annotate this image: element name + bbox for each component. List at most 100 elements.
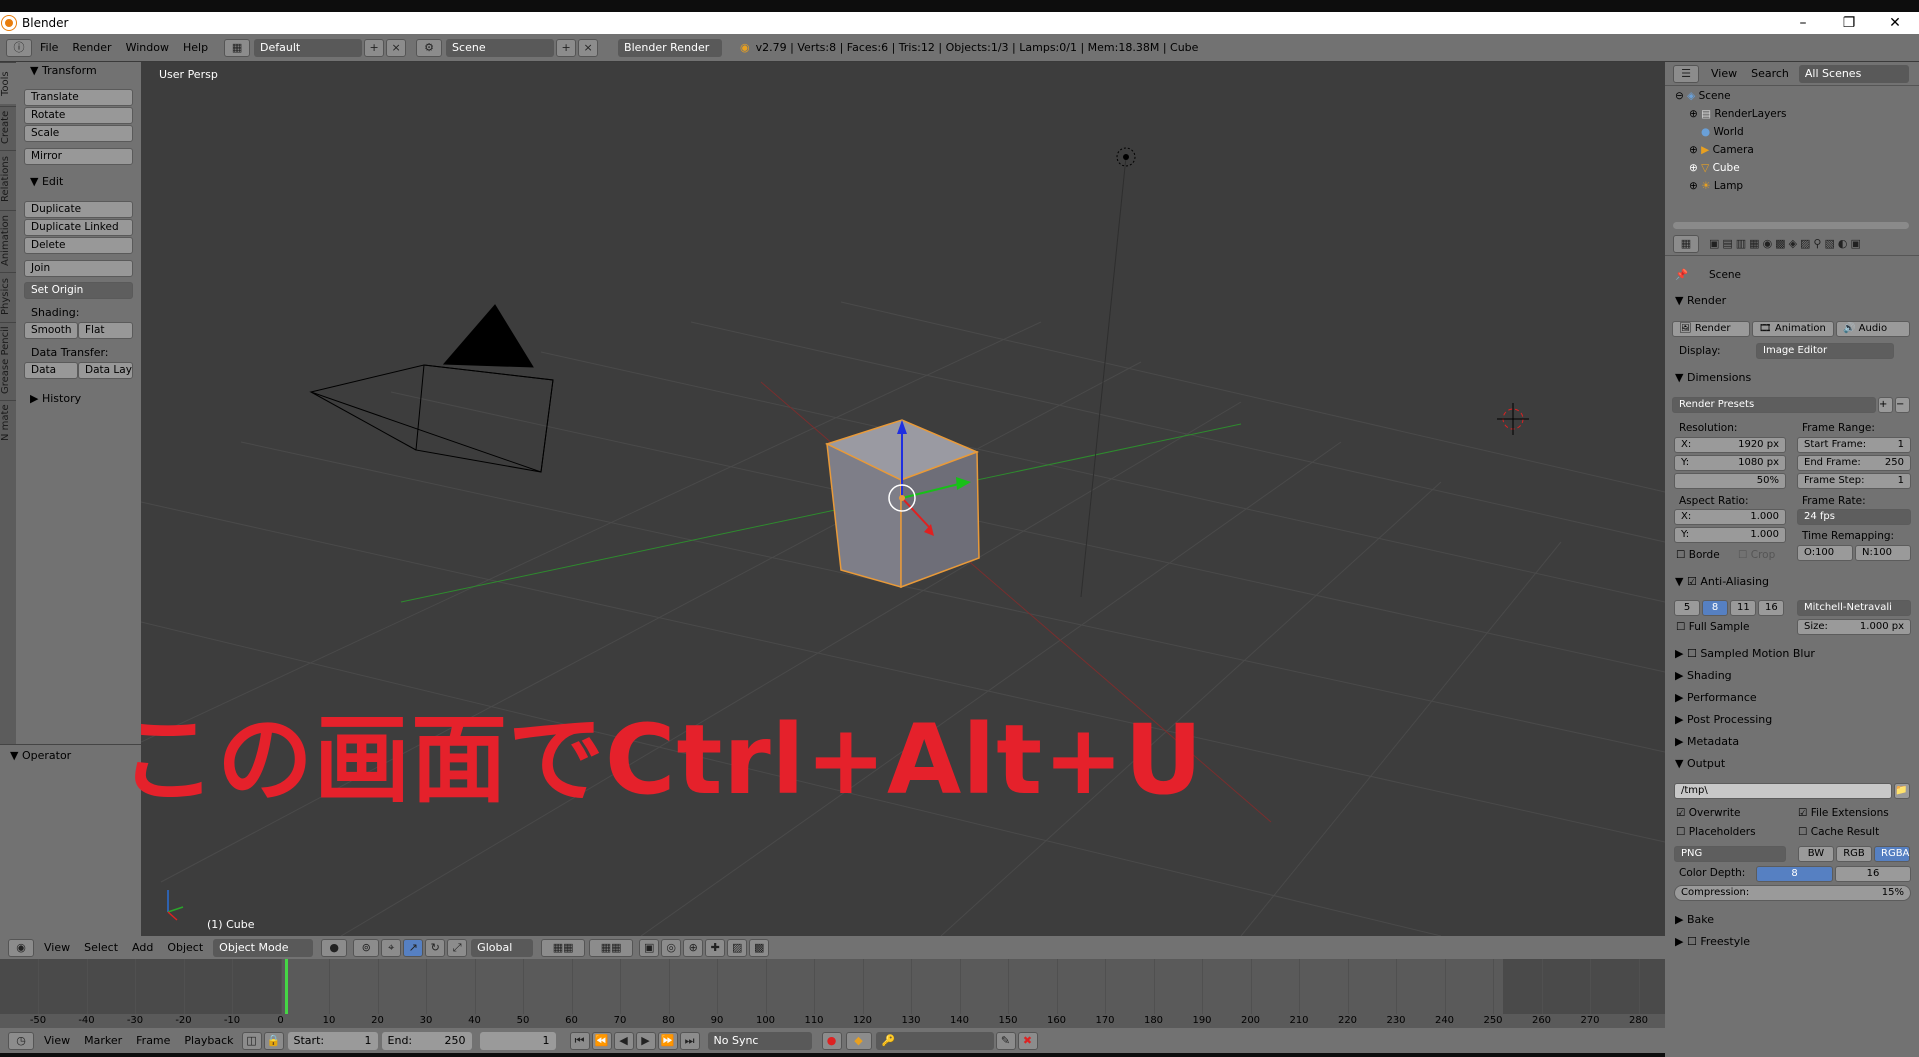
timeline-view-menu[interactable]: View (44, 1034, 70, 1047)
auto-keying-icon[interactable]: ● (821, 1031, 842, 1050)
proportional-edit-icon[interactable]: ◎ (661, 938, 682, 957)
color-depth-8-button[interactable]: 8 (1756, 866, 1833, 882)
outliner-scrollbar[interactable] (1673, 222, 1909, 229)
scene-field[interactable]: Scene (446, 38, 555, 57)
outliner-renderlayers[interactable]: ⊕ ▤ RenderLayers (1689, 108, 1787, 120)
audio-button[interactable]: 🔊 Audio (1836, 321, 1910, 337)
camera-object[interactable] (309, 304, 554, 473)
timeline-frame-menu[interactable]: Frame (136, 1034, 170, 1047)
view3d-object-menu[interactable]: Object (167, 941, 203, 954)
duplicate-linked-button[interactable]: Duplicate Linked (24, 219, 133, 236)
jump-start-icon[interactable]: ⏮ (569, 1031, 590, 1050)
compression-slider[interactable]: Compression: 15% (1674, 885, 1911, 901)
jump-keyframe-back-icon[interactable]: ⏪ (591, 1031, 612, 1050)
cache-result-checkbox[interactable]: ☐ Cache Result (1798, 826, 1879, 838)
render-panel-header[interactable]: ▼ Render (1675, 294, 1726, 307)
metadata-panel-header[interactable]: ▶ Metadata (1675, 735, 1739, 748)
lock-time-icon[interactable]: 🔒 (263, 1031, 284, 1050)
mirror-button[interactable]: Mirror (24, 148, 133, 165)
sync-mode-select[interactable]: No Sync (707, 1031, 812, 1050)
remove-preset-icon[interactable]: − (1895, 397, 1910, 413)
outliner-lamp[interactable]: ⊕ ☀ Lamp (1689, 180, 1743, 192)
render-presets-select[interactable]: Render Presets (1672, 397, 1876, 413)
output-panel-header[interactable]: ▼ Output (1675, 757, 1725, 770)
join-button[interactable]: Join (24, 260, 133, 277)
shading-panel-header[interactable]: ▶ Shading (1675, 669, 1732, 682)
animation-button[interactable]: 🎞 Animation (1752, 321, 1834, 337)
scene-layers-a-icon[interactable]: ▦▦ (541, 938, 586, 957)
manipulator-toggle-icon[interactable]: ⌖ (381, 938, 402, 957)
end-frame-field[interactable]: End Frame: 250 (1797, 455, 1911, 471)
panel-history[interactable]: ▶ History (30, 392, 81, 405)
aspect-y-field[interactable]: Y: 1.000 (1674, 527, 1786, 543)
freestyle-panel-header[interactable]: ▶ ☐ Freestyle (1675, 935, 1750, 948)
outliner-cube[interactable]: ⊕ ▽ Cube (1689, 162, 1740, 174)
timeline-playback-menu[interactable]: Playback (184, 1034, 233, 1047)
scale-button[interactable]: Scale (24, 125, 133, 142)
end-frame-input[interactable]: End: 250 (381, 1031, 472, 1050)
panel-transform[interactable]: ▼ Transform (30, 64, 97, 77)
anti-aliasing-panel-header[interactable]: ▼ ☑ Anti-Aliasing (1675, 575, 1769, 588)
duplicate-button[interactable]: Duplicate (24, 201, 133, 218)
full-sample-checkbox[interactable]: ☐ Full Sample (1676, 621, 1749, 633)
frame-step-field[interactable]: Frame Step: 1 (1797, 473, 1911, 489)
maximize-button[interactable]: ❐ (1826, 12, 1872, 34)
opengl-anim-icon[interactable]: ▩ (749, 938, 770, 957)
resolution-percentage-field[interactable]: 50% (1674, 473, 1786, 489)
view3d-editor-icon[interactable]: ◉ (8, 938, 34, 957)
timeline[interactable]: -50 -40 -30 -20 -10 0 10 20 30 40 50 60 70 80 90 100 110… (0, 959, 1665, 1028)
screen-layout-field[interactable]: Default (254, 38, 363, 57)
browse-folder-icon[interactable]: 📁 (1894, 783, 1910, 799)
aa-11-button[interactable]: 11 (1730, 600, 1756, 616)
bake-panel-header[interactable]: ▶ Bake (1675, 913, 1714, 926)
file-extensions-checkbox[interactable]: ☑ File Extensions (1798, 807, 1889, 819)
timeline-editor-icon[interactable]: ◷ (8, 1031, 34, 1050)
jump-keyframe-forward-icon[interactable]: ⏩ (657, 1031, 678, 1050)
placeholders-checkbox[interactable]: ☐ Placeholders (1676, 826, 1756, 838)
timeline-marker-menu[interactable]: Marker (84, 1034, 122, 1047)
snap-toggle-icon[interactable]: ⊕ (683, 938, 704, 957)
jump-end-icon[interactable]: ⏭ (679, 1031, 700, 1050)
aa-size-field[interactable]: Size: 1.000 px (1797, 619, 1911, 635)
close-button[interactable]: ✕ (1872, 12, 1918, 34)
time-remap-new-field[interactable]: N:100 (1855, 545, 1911, 561)
minimize-button[interactable]: – (1780, 12, 1826, 34)
translate-manipulator-icon[interactable]: ↗ (403, 938, 424, 957)
outliner-view-menu[interactable]: View (1711, 67, 1737, 80)
interaction-mode-select[interactable]: Object Mode (213, 938, 314, 957)
transform-orientation-select[interactable]: Global (471, 938, 534, 957)
crop-checkbox[interactable]: ☐ Crop (1738, 549, 1775, 561)
add-scene-icon[interactable]: + (556, 38, 577, 57)
render-engine-select[interactable]: Blender Render (618, 38, 723, 57)
outliner-editor-icon[interactable]: ☰ (1673, 64, 1699, 83)
view3d-select-menu[interactable]: Select (84, 941, 118, 954)
remove-layout-icon[interactable]: × (386, 38, 407, 57)
viewport-shading-icon[interactable]: ● (321, 938, 348, 957)
panel-edit[interactable]: ▼ Edit (30, 175, 63, 188)
aa-8-button[interactable]: 8 (1702, 600, 1728, 616)
menu-help[interactable]: Help (183, 41, 208, 54)
outliner-camera[interactable]: ⊕ ▶ Camera (1689, 144, 1754, 156)
smooth-button[interactable]: Smooth (24, 322, 78, 339)
aa-16-button[interactable]: 16 (1758, 600, 1784, 616)
data-transfer-button[interactable]: Data (24, 362, 78, 379)
output-path-field[interactable]: /tmp\ (1674, 783, 1892, 799)
color-rgb-button[interactable]: RGB (1836, 846, 1872, 862)
translate-button[interactable]: Translate (24, 89, 133, 106)
active-keying-set-field[interactable]: 🔑 (875, 1031, 994, 1050)
remove-scene-icon[interactable]: × (578, 38, 599, 57)
file-format-select[interactable]: PNG (1674, 846, 1786, 862)
display-select[interactable]: Image Editor (1756, 343, 1894, 359)
aa-filter-select[interactable]: Mitchell-Netravali (1797, 600, 1911, 616)
pin-icon[interactable]: 📌 (1675, 268, 1688, 281)
performance-panel-header[interactable]: ▶ Performance (1675, 691, 1757, 704)
play-icon[interactable]: ▶ (635, 1031, 656, 1050)
data-layout-button[interactable]: Data Layo (78, 362, 133, 379)
view3d-add-menu[interactable]: Add (132, 941, 153, 954)
flat-button[interactable]: Flat (78, 322, 133, 339)
post-processing-panel-header[interactable]: ▶ Post Processing (1675, 713, 1772, 726)
properties-editor-icon[interactable]: ▦ (1673, 234, 1699, 253)
pivot-point-icon[interactable]: ⊚ (353, 938, 380, 957)
scene-layers-b-icon[interactable]: ▦▦ (589, 938, 634, 957)
outliner-search-menu[interactable]: Search (1751, 67, 1789, 80)
